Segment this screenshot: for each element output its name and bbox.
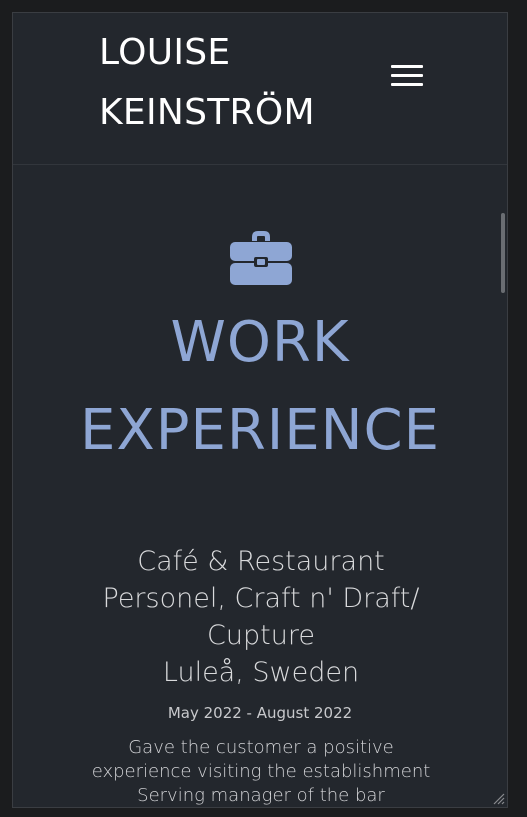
job-title-line: Cupture: [207, 620, 315, 651]
hamburger-bar: [391, 83, 423, 86]
job-title-line: Café & Restaurant: [137, 546, 385, 577]
section-title-line1: WORK: [170, 310, 350, 375]
hamburger-bar: [391, 65, 423, 68]
browser-viewport: LOUISE KEINSTRÖM WORK EXPERIENCE Café & …: [12, 12, 508, 808]
job-description-line: experience visiting the establishment: [91, 761, 431, 782]
job-description: Gave the customer a positive experience …: [53, 736, 469, 807]
job-description-line: Serving manager of the bar: [137, 785, 385, 806]
job-description-line: Gave the customer a positive: [128, 737, 394, 758]
job-title-line: Personel, Craft n' Draft/: [102, 583, 420, 614]
hamburger-bar: [391, 74, 423, 77]
brand-first-name: LOUISE: [99, 32, 231, 73]
briefcase-icon: [230, 231, 292, 285]
hamburger-menu-icon[interactable]: [389, 61, 425, 91]
brand-name[interactable]: LOUISE KEINSTRÖM: [99, 23, 315, 143]
job-title: Café & Restaurant Personel, Craft n' Dra…: [61, 543, 461, 691]
section-title-line2: EXPERIENCE: [79, 398, 441, 463]
section-title: WORK EXPERIENCE: [13, 299, 507, 475]
job-dates: May 2022 - August 2022: [167, 704, 353, 722]
job-location: Luleå, Sweden: [162, 657, 360, 688]
resize-grip-icon[interactable]: [491, 791, 505, 805]
navbar: LOUISE KEINSTRÖM: [13, 13, 507, 165]
scrollbar-thumb[interactable]: [501, 213, 505, 293]
brand-last-name: KEINSTRÖM: [99, 92, 315, 133]
